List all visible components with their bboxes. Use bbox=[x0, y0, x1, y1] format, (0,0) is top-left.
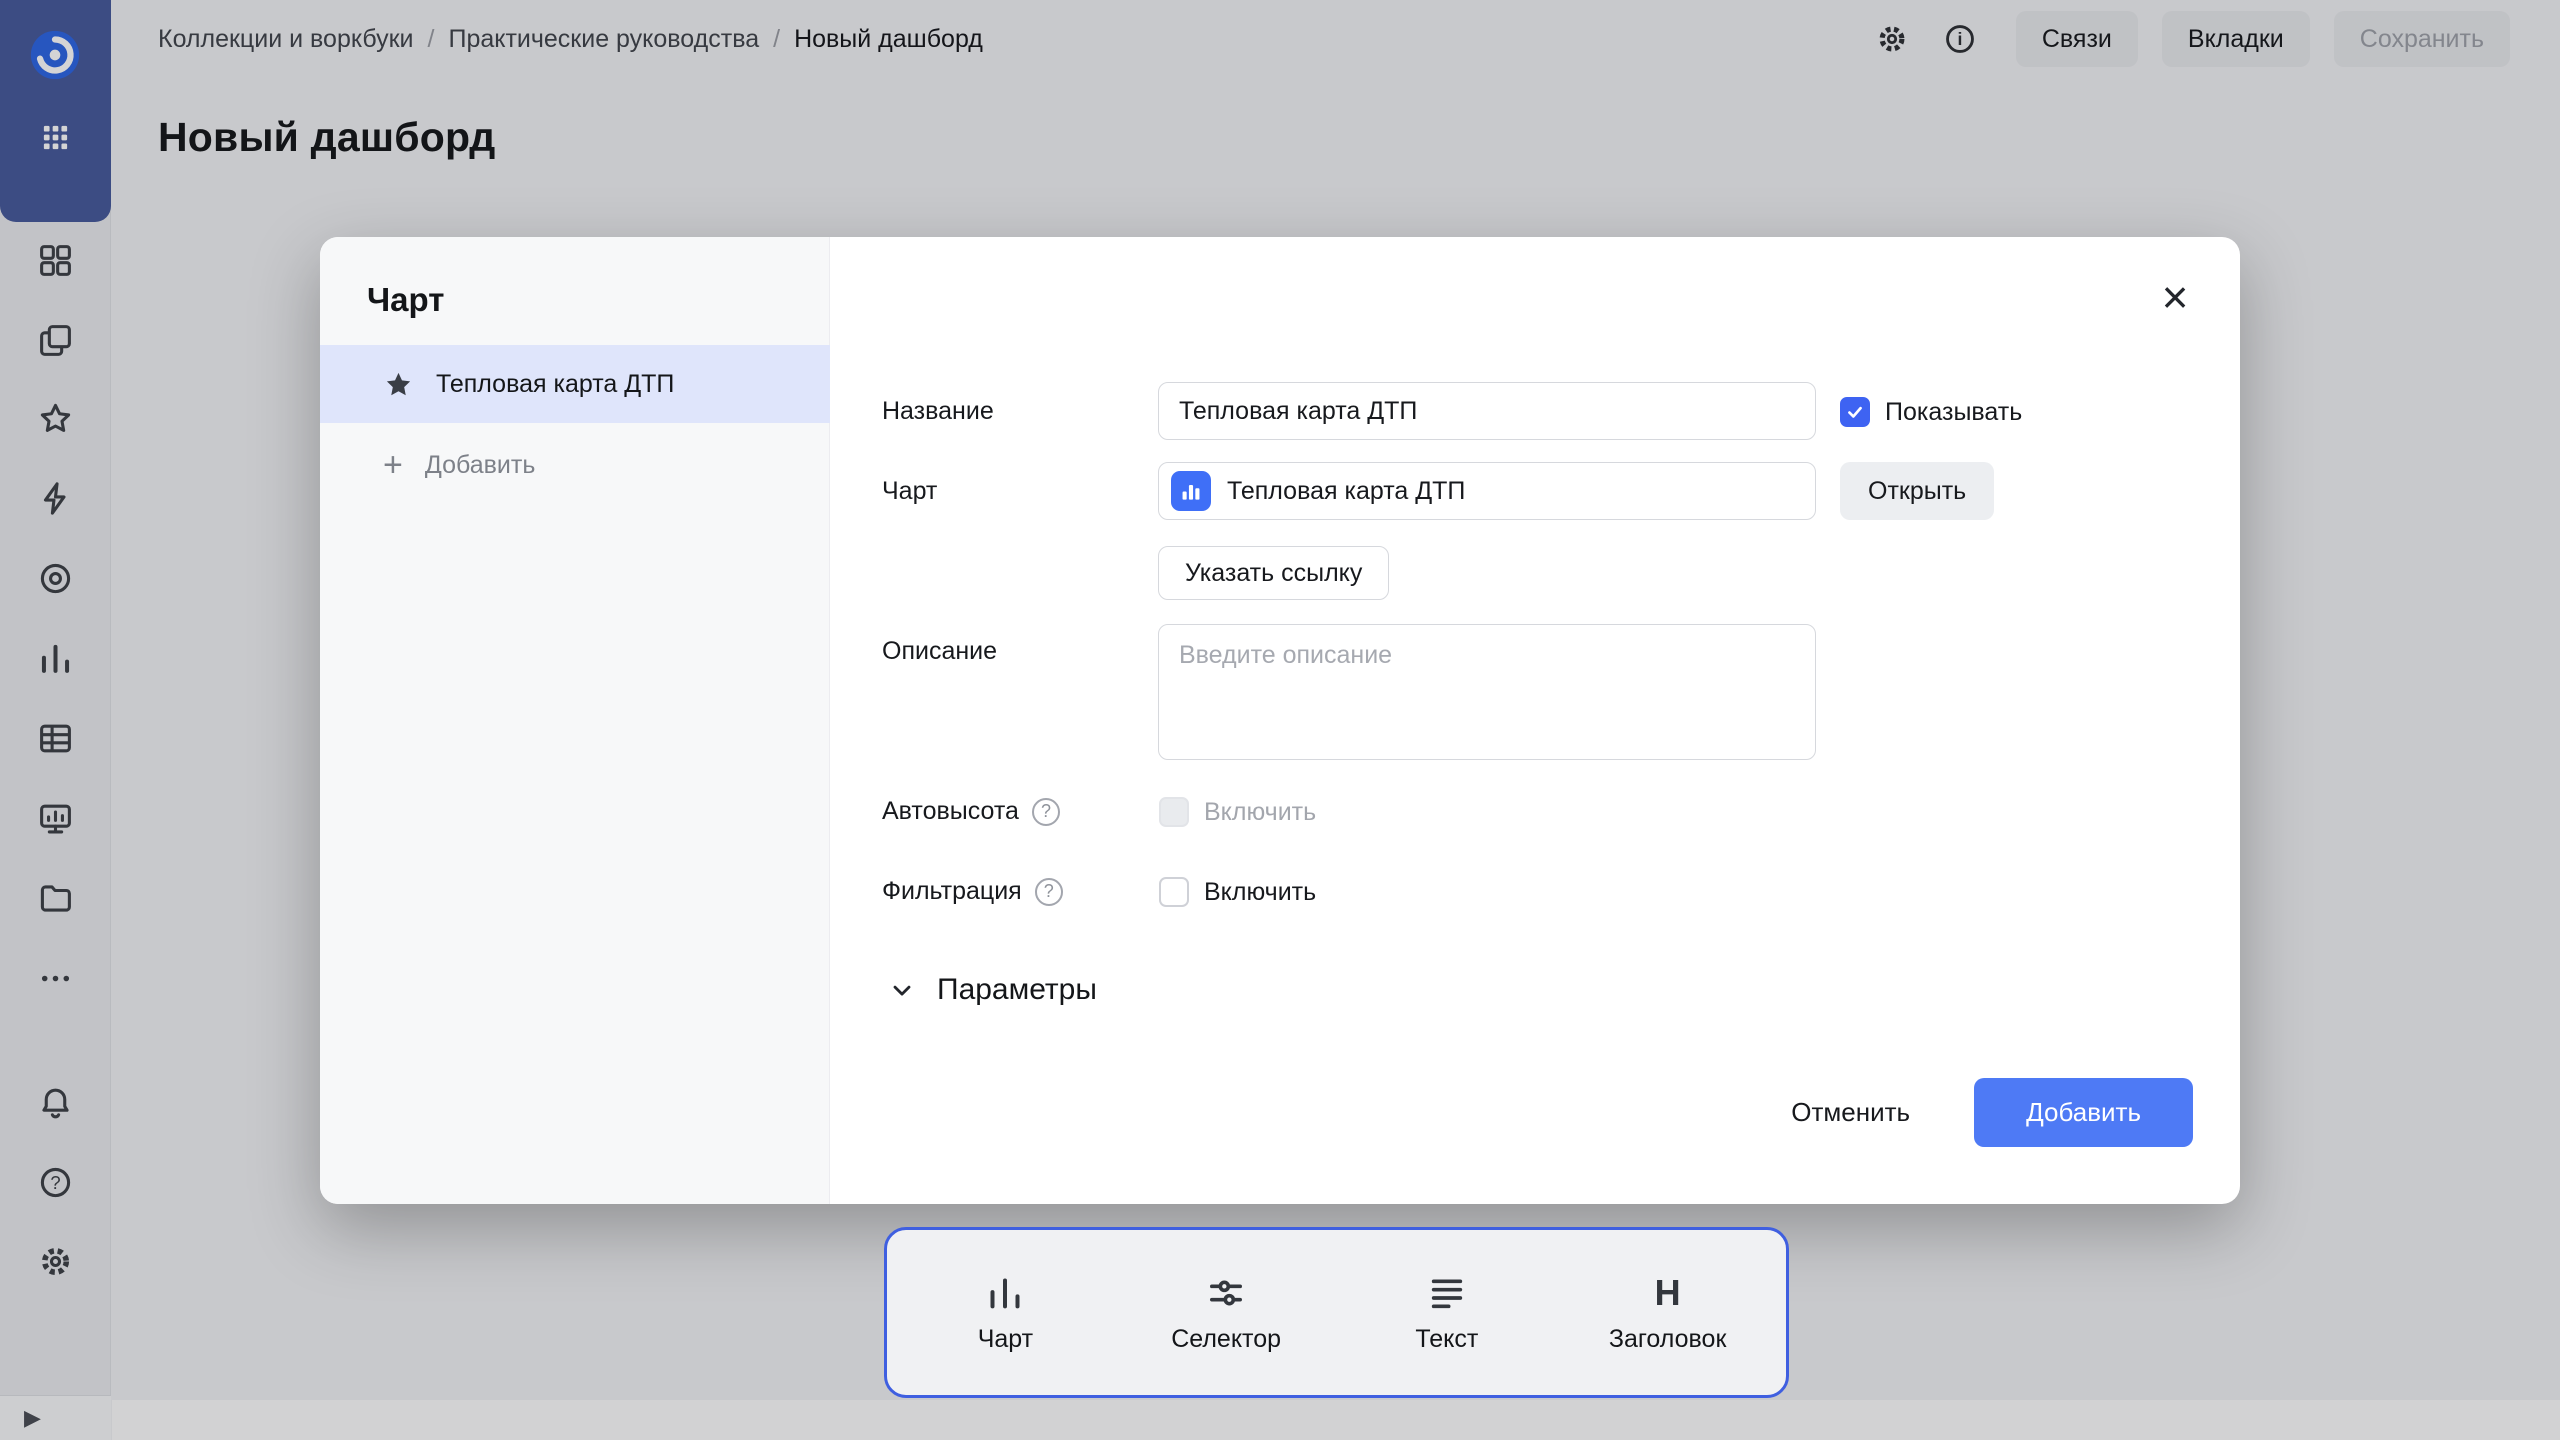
filtering-label: Фильтрация ? bbox=[882, 877, 1063, 906]
cancel-button[interactable]: Отменить bbox=[1783, 1078, 1918, 1147]
star-filled-icon bbox=[383, 369, 414, 400]
chart-type-icon bbox=[1171, 471, 1211, 511]
close-icon[interactable]: × bbox=[2153, 275, 2197, 319]
insert-selector-button[interactable]: Селектор bbox=[1136, 1271, 1316, 1354]
filtering-help-icon[interactable]: ? bbox=[1035, 878, 1063, 906]
insert-heading-button[interactable]: H Заголовок bbox=[1578, 1271, 1758, 1354]
check-icon bbox=[1845, 402, 1865, 422]
parameters-section-toggle[interactable]: Параметры bbox=[888, 973, 1097, 1007]
dialog-footer: Отменить Добавить bbox=[1783, 1078, 2193, 1147]
add-widget-tab-label: Добавить bbox=[425, 451, 536, 480]
app-root: ? ▶ Коллекции и воркбуки / Практические … bbox=[0, 0, 2560, 1440]
dialog-left-panel: Чарт Тепловая карта ДТП + Добавить bbox=[320, 237, 830, 1204]
widget-tab-label: Тепловая карта ДТП bbox=[436, 370, 674, 399]
parameters-section-label: Параметры bbox=[937, 973, 1097, 1007]
sliders-icon bbox=[1206, 1271, 1246, 1313]
dialog-panel-title: Чарт bbox=[367, 281, 444, 319]
autoheight-checkbox-label: Включить bbox=[1204, 798, 1316, 827]
widget-tab-item[interactable]: Тепловая карта ДТП bbox=[320, 345, 830, 423]
name-input[interactable] bbox=[1158, 382, 1816, 440]
autoheight-label: Автовысота ? bbox=[882, 797, 1060, 826]
show-checkbox[interactable] bbox=[1840, 397, 1870, 427]
chart-label: Чарт bbox=[882, 477, 937, 506]
autoheight-checkbox-row: Включить bbox=[1159, 797, 1316, 827]
widget-insert-toolbar: Чарт Селектор Текст H Заголовок bbox=[884, 1227, 1789, 1398]
insert-text-label: Текст bbox=[1415, 1325, 1478, 1354]
autoheight-checkbox bbox=[1159, 797, 1189, 827]
open-chart-button[interactable]: Открыть bbox=[1840, 462, 1994, 520]
insert-chart-button[interactable]: Чарт bbox=[915, 1271, 1095, 1354]
chevron-down-icon bbox=[888, 976, 916, 1004]
description-textarea[interactable] bbox=[1158, 624, 1816, 760]
autoheight-help-icon[interactable]: ? bbox=[1032, 798, 1060, 826]
filtering-checkbox-label: Включить bbox=[1204, 878, 1316, 907]
dialog-form: × Название Показывать Чарт bbox=[830, 237, 2240, 1204]
description-label: Описание bbox=[882, 637, 997, 666]
filtering-checkbox[interactable] bbox=[1159, 877, 1189, 907]
add-button[interactable]: Добавить bbox=[1974, 1078, 2193, 1147]
insert-text-button[interactable]: Текст bbox=[1357, 1271, 1537, 1354]
text-lines-icon bbox=[1427, 1271, 1467, 1313]
name-label: Название bbox=[882, 397, 994, 426]
show-checkbox-label: Показывать bbox=[1885, 398, 2022, 427]
chart-widget-dialog: Чарт Тепловая карта ДТП + Добавить × Наз… bbox=[320, 237, 2240, 1204]
show-checkbox-row[interactable]: Показывать bbox=[1840, 397, 2022, 427]
heading-icon: H bbox=[1655, 1271, 1681, 1313]
plus-icon: + bbox=[383, 450, 403, 480]
insert-chart-label: Чарт bbox=[978, 1325, 1033, 1354]
filtering-checkbox-row[interactable]: Включить bbox=[1159, 877, 1316, 907]
add-widget-tab-button[interactable]: + Добавить bbox=[383, 447, 535, 483]
chart-select-value: Тепловая карта ДТП bbox=[1227, 477, 1465, 506]
chart-select-input[interactable]: Тепловая карта ДТП bbox=[1158, 462, 1816, 520]
insert-selector-label: Селектор bbox=[1171, 1325, 1281, 1354]
bar-chart-icon bbox=[985, 1271, 1025, 1313]
specify-link-button[interactable]: Указать ссылку bbox=[1158, 546, 1389, 600]
insert-heading-label: Заголовок bbox=[1609, 1325, 1727, 1354]
